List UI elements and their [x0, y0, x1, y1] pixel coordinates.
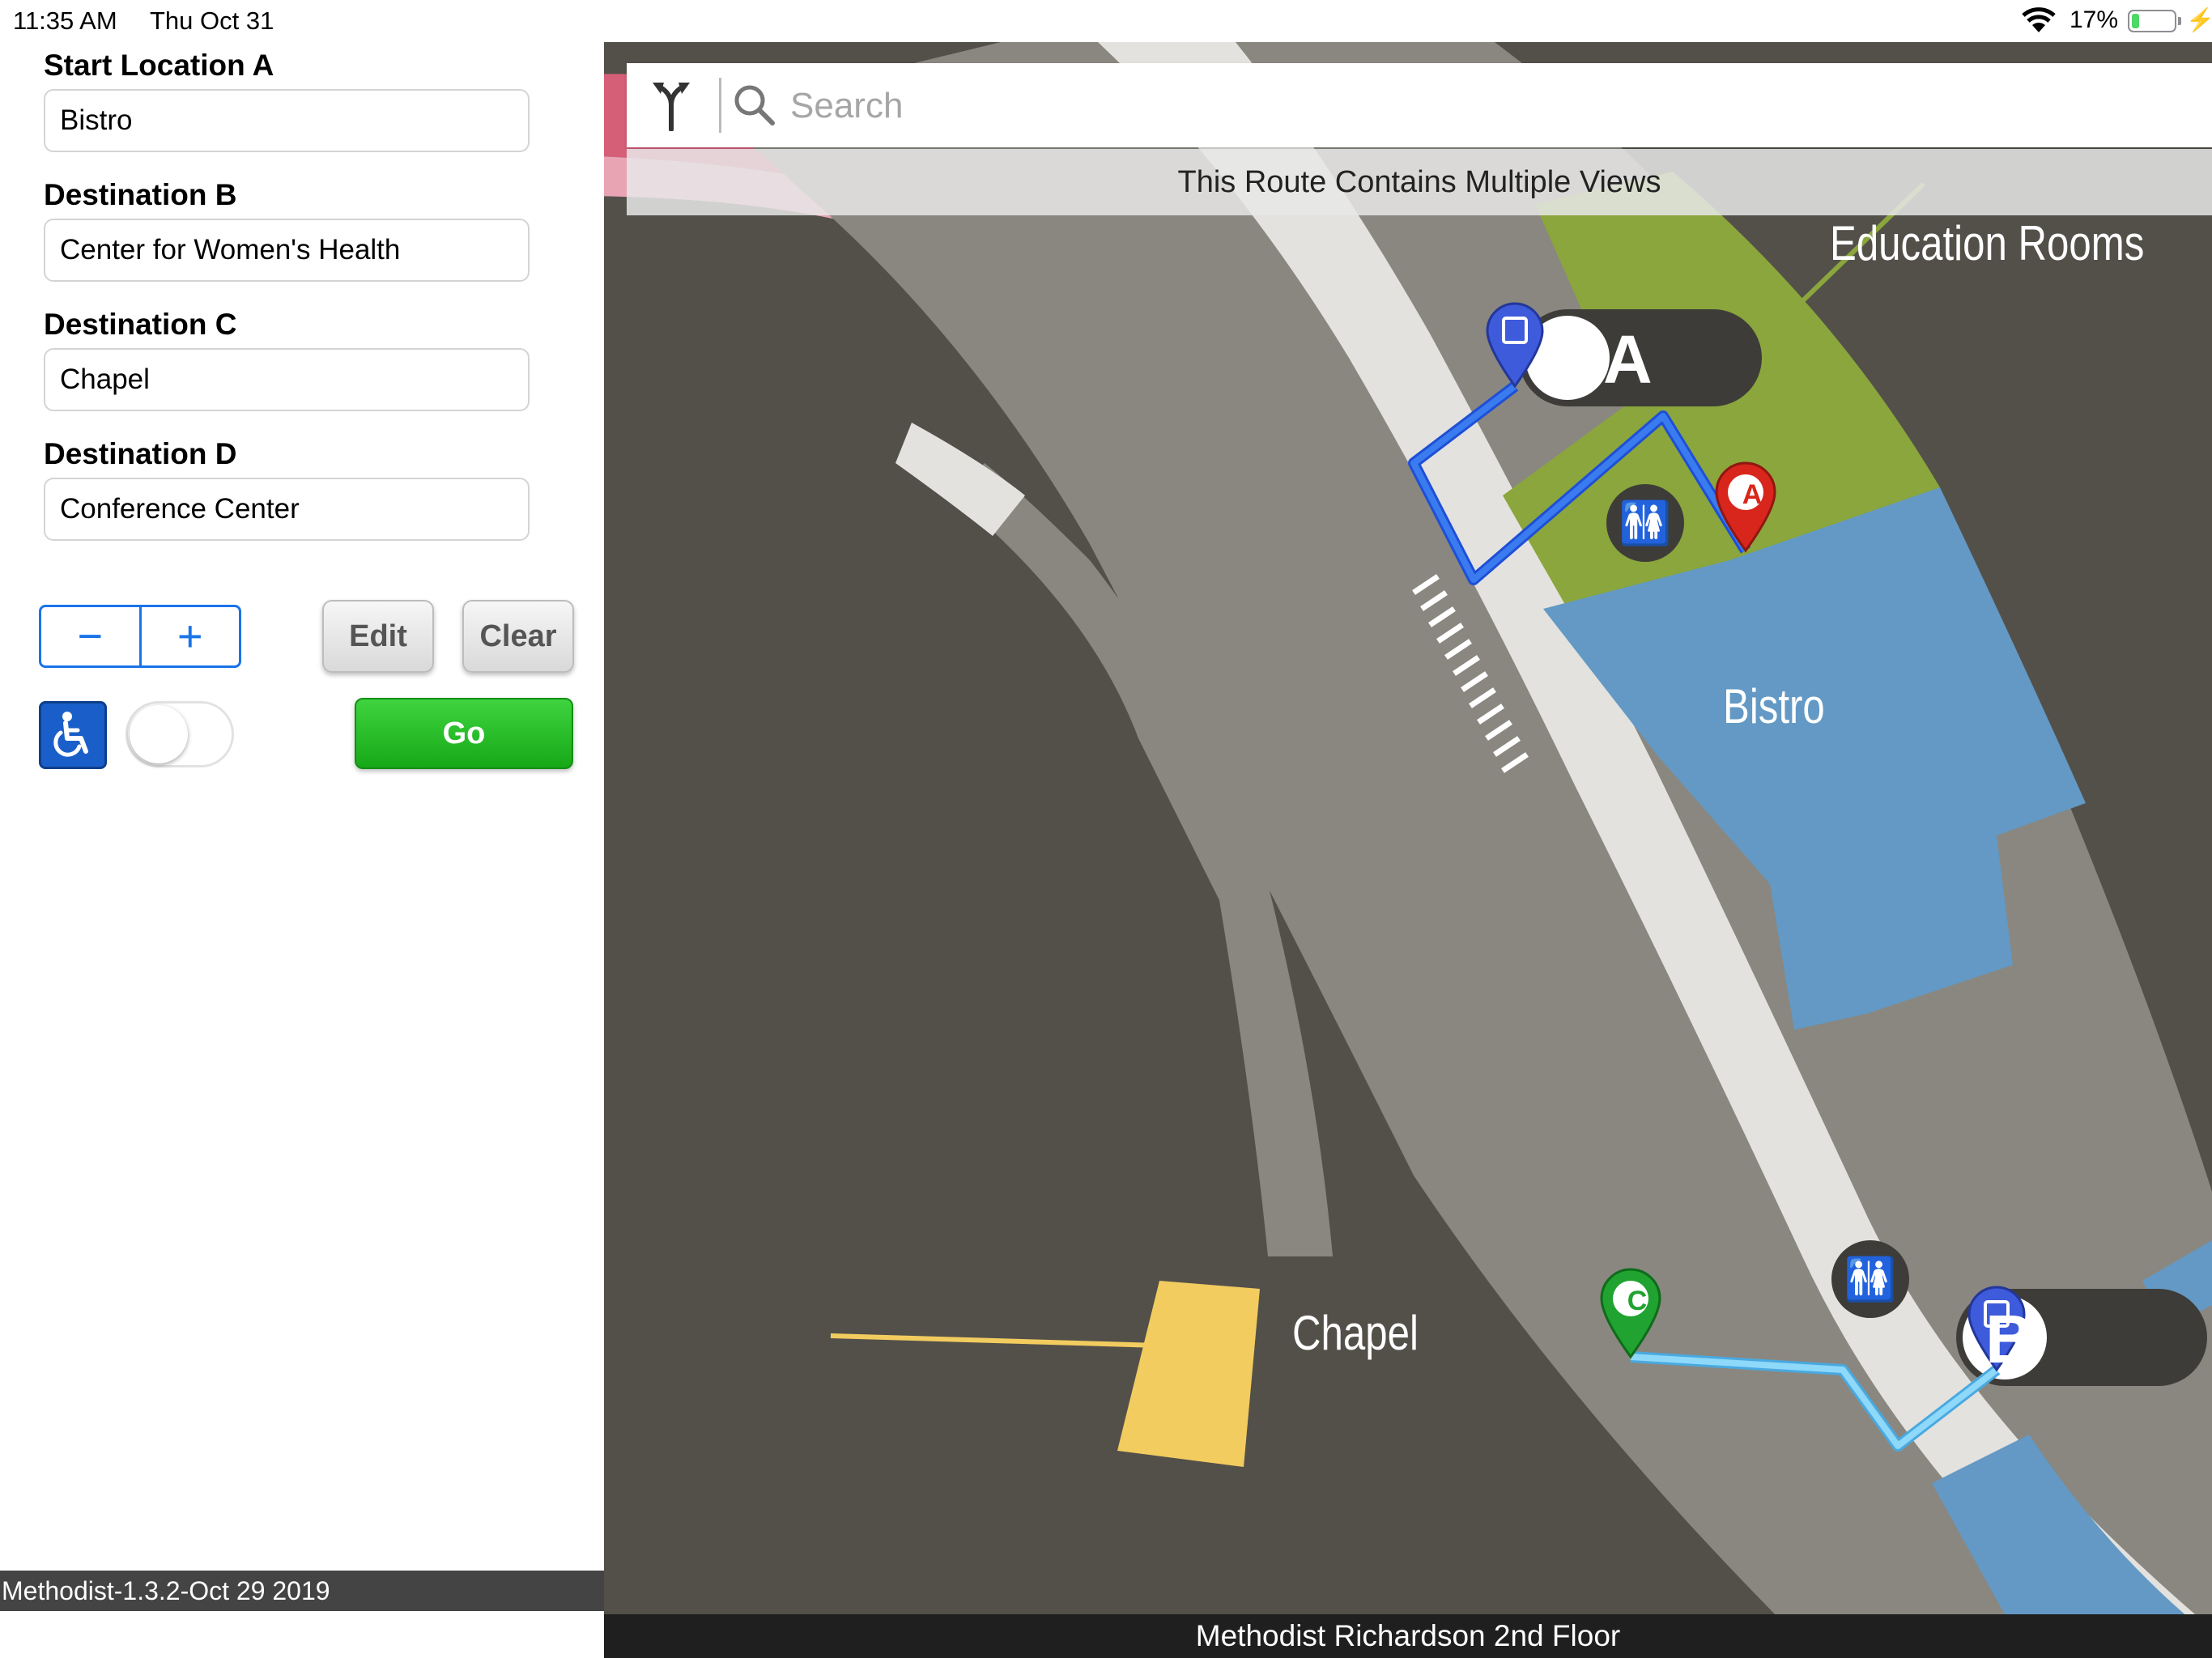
map-search-bar	[627, 63, 2212, 147]
route-notice-banner[interactable]: This Route Contains Multiple Views	[627, 149, 2212, 215]
destination-b-input[interactable]	[44, 219, 530, 282]
destination-d-input[interactable]	[44, 478, 530, 541]
chapel-label: Chapel	[1292, 1306, 1419, 1360]
floor-title-bar: Methodist Richardson 2nd Floor	[604, 1614, 2212, 1658]
battery-tip	[2178, 17, 2181, 25]
wheelchair-glyph	[53, 712, 88, 757]
status-time: 11:35 AM	[13, 6, 117, 35]
accessible-route-toggle[interactable]	[125, 701, 234, 767]
elevator-b-letter: B	[1985, 1301, 2035, 1377]
route-split-icon[interactable]	[643, 79, 700, 131]
stepper-plus-button[interactable]: +	[138, 607, 240, 665]
education-rooms-label: Education Rooms	[1830, 216, 2145, 270]
destination-stepper: − +	[39, 605, 241, 668]
battery-percent: 17%	[2069, 6, 2119, 33]
destination-c-label: Destination C	[44, 308, 237, 341]
search-divider	[719, 78, 721, 133]
wheelchair-icon[interactable]	[39, 701, 107, 769]
destination-c-input[interactable]	[44, 348, 530, 411]
status-bar: 11:35 AM Thu Oct 31 17% ⚡	[0, 0, 2212, 42]
floor-map[interactable]: 🚻 🚻	[604, 42, 2212, 1658]
map-canvas[interactable]: 🚻 🚻	[604, 42, 2212, 1658]
pin-c-letter: C	[1627, 1286, 1648, 1316]
edit-button[interactable]: Edit	[322, 600, 434, 673]
destination-d-label: Destination D	[44, 437, 237, 470]
charging-bolt-icon: ⚡	[2186, 7, 2212, 32]
stepper-minus-button[interactable]: −	[41, 607, 139, 665]
battery-icon	[2128, 10, 2176, 32]
destination-b-label: Destination B	[44, 178, 237, 211]
start-location-input[interactable]	[44, 89, 530, 152]
status-date: Thu Oct 31	[150, 6, 274, 35]
map-search-input[interactable]	[789, 74, 2168, 138]
version-footer: Methodist-1.3.2-Oct 29 2019	[0, 1571, 604, 1611]
restroom-glyph: 🚻	[1619, 499, 1672, 548]
search-icon	[734, 85, 775, 125]
start-location-label: Start Location A	[44, 49, 274, 82]
wifi-icon	[2022, 7, 2056, 32]
toggle-knob	[130, 705, 188, 763]
restroom-glyph: 🚻	[1844, 1255, 1897, 1304]
clear-button[interactable]: Clear	[462, 600, 574, 673]
pin-a-letter: A	[1742, 479, 1763, 510]
go-button[interactable]: Go	[355, 698, 573, 769]
bistro-label: Bistro	[1723, 679, 1825, 733]
elevator-a-letter: A	[1603, 321, 1653, 397]
